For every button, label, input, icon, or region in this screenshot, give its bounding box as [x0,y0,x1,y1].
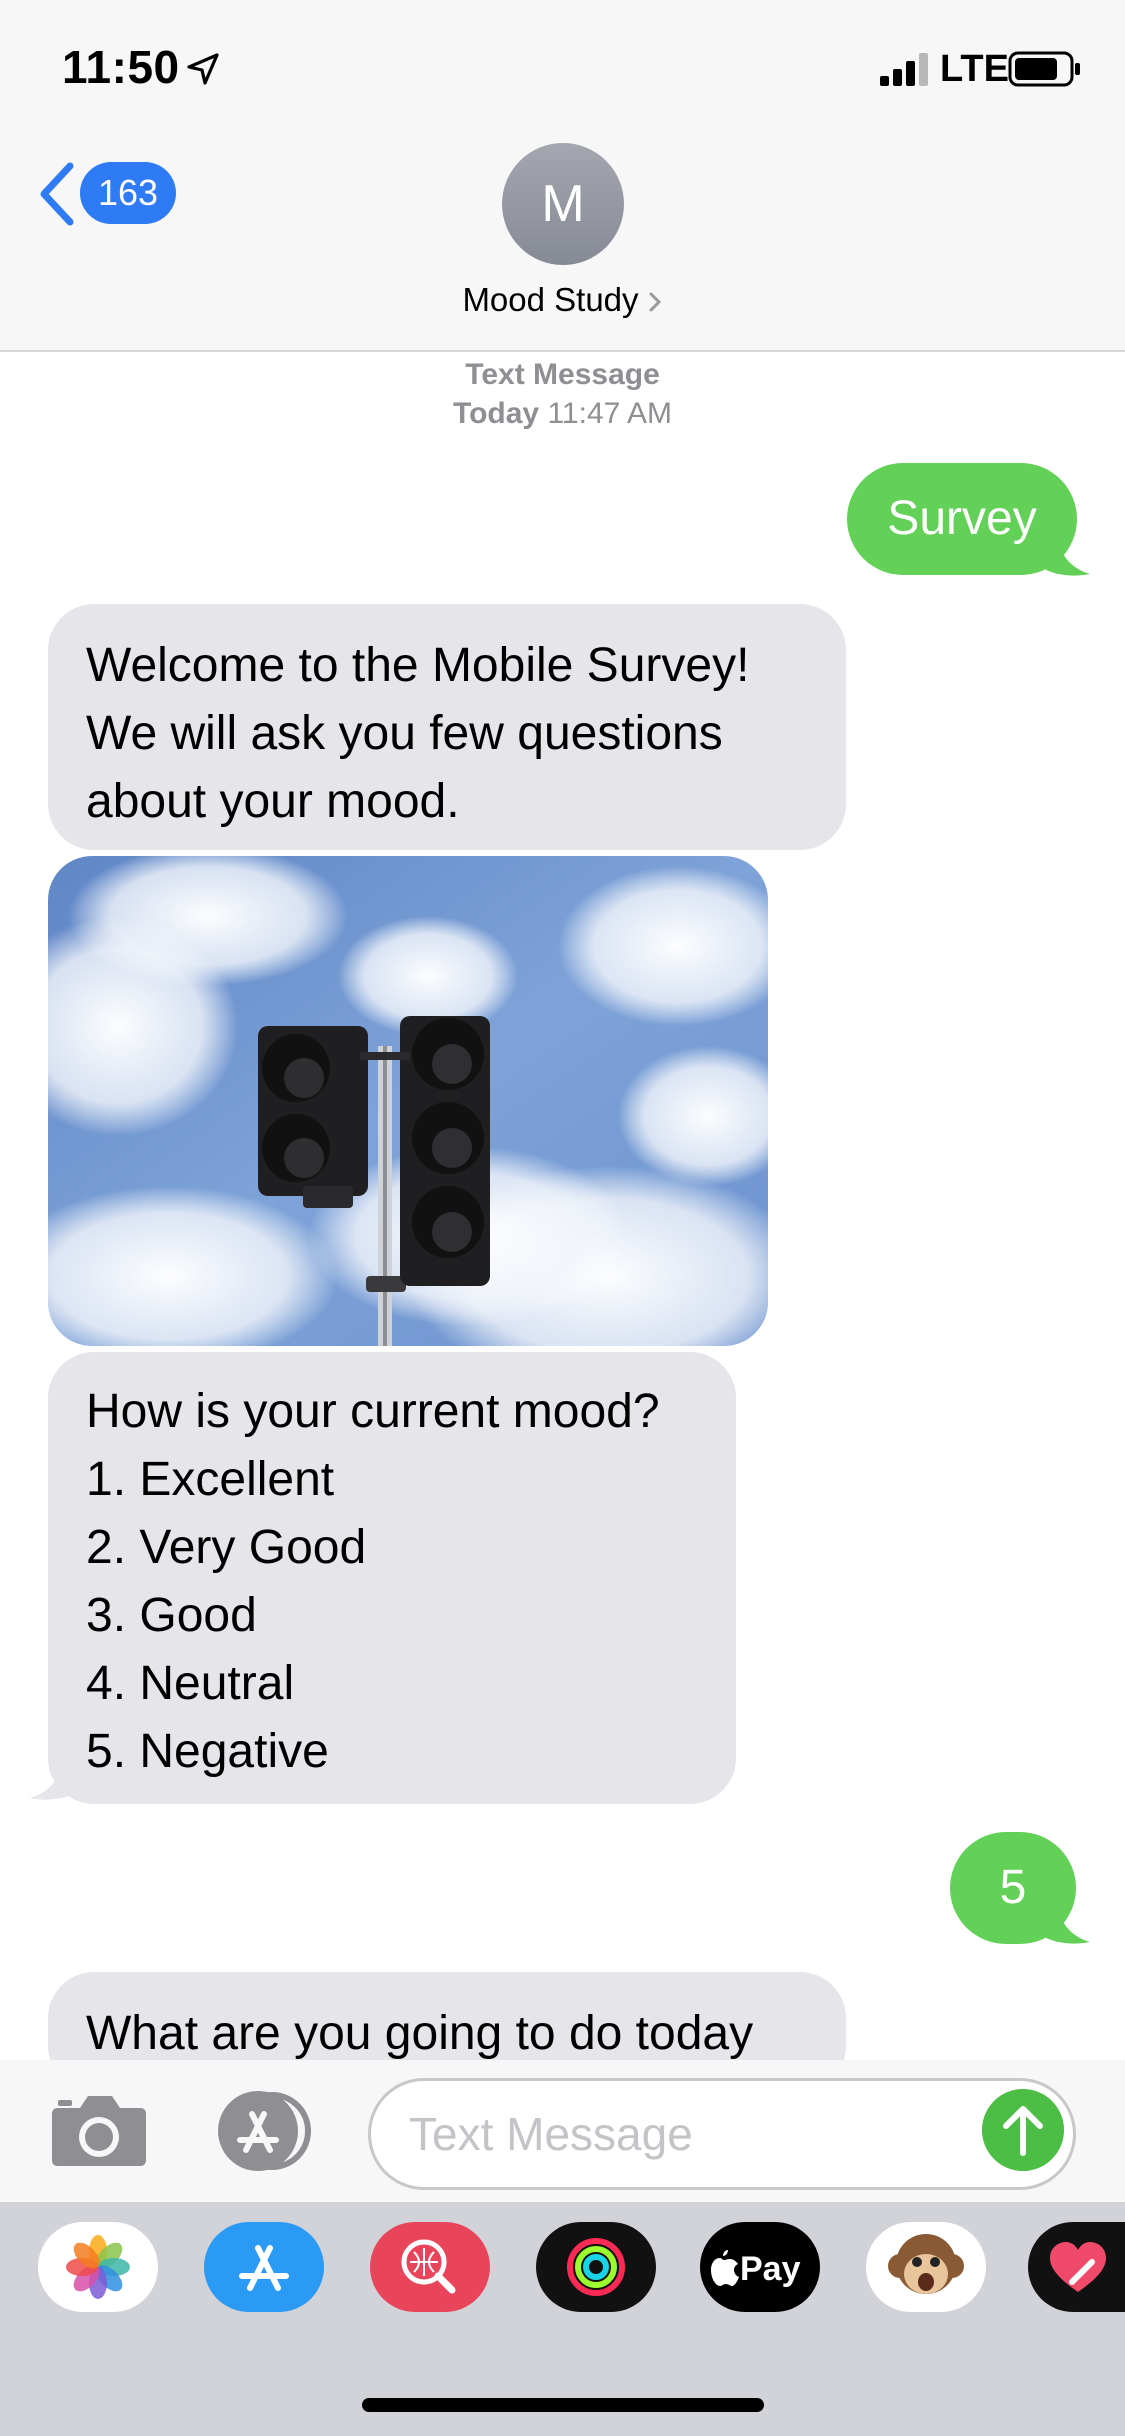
app-activity[interactable] [536,2222,656,2312]
message-line: 4. Neutral [86,1657,295,1710]
unread-count-badge[interactable]: 163 [80,162,176,224]
app-store-icon [239,2245,289,2291]
message-line: Welcome to the Mobile Survey! [86,639,750,692]
service-label: Text Message [465,358,660,391]
app-app-store[interactable] [204,2222,324,2312]
location-arrow-icon [187,53,219,85]
timestamp-time: 11:47 AM [547,397,672,430]
carrier-label: LTE [940,48,1009,90]
heart-touch-icon [1050,2242,1106,2292]
camera-icon[interactable] [50,2092,148,2168]
image-search-icon [401,2239,456,2294]
sent-message-bubble[interactable]: Survey [847,463,1077,575]
cellular-signal-icon [880,52,928,86]
activity-icon [567,2238,625,2296]
message-line: 1. Excellent [86,1453,335,1506]
message-line: What are you going to do today [86,2007,754,2060]
app-photos[interactable] [38,2222,158,2312]
chevron-right-icon [649,292,661,312]
traffic-light-photo [48,856,768,1346]
message-line: We will ask you few questions [86,707,723,760]
message-line: about your mood. [86,775,460,828]
app-digital-touch[interactable] [1028,2222,1125,2312]
monkey-animoji-icon [888,2234,964,2294]
status-time: 11:50 [62,41,180,93]
photos-icon [66,2235,130,2299]
apple-pay-label: Pay [740,2250,801,2288]
message-text-field[interactable] [368,2078,1076,2190]
message-line: How is your current mood? [86,1385,660,1438]
battery-icon [1008,51,1080,87]
sent-message-bubble[interactable]: 5 [950,1832,1076,1944]
apple-pay-icon: Pay [711,2250,801,2288]
message-photo[interactable] [48,856,768,1346]
message-line: 3. Good [86,1589,257,1642]
message-line: 5. Negative [86,1725,329,1778]
timestamp-day: Today [453,397,540,430]
conversation-header: 11:50 LTE 163 M Mood Study [0,0,1125,352]
contact-avatar[interactable]: M [502,143,624,265]
contact-name-label: Mood Study [462,281,639,318]
app-animoji[interactable] [866,2222,986,2312]
back-chevron-icon[interactable] [36,160,78,228]
received-message-bubble[interactable]: How is your current mood? 1. Excellent 2… [48,1352,736,1804]
app-store-drawer-icon[interactable] [208,2090,318,2172]
message-input[interactable] [409,2081,969,2187]
received-message-bubble[interactable]: Welcome to the Mobile Survey! We will as… [48,604,846,850]
send-arrow-icon[interactable] [982,2089,1064,2171]
app-apple-pay[interactable]: Pay [700,2222,820,2312]
timestamp: Today 11:47 AM [0,397,1125,431]
app-image-search[interactable] [370,2222,490,2312]
contact-name[interactable]: Mood Study [0,281,1125,319]
home-indicator[interactable] [362,2398,764,2412]
message-line: 2. Very Good [86,1521,367,1574]
